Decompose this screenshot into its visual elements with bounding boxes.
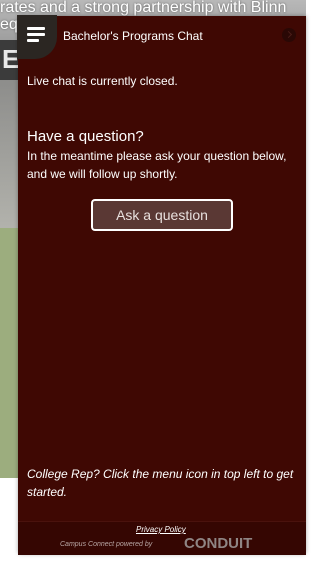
conduit-logo[interactable]: CONDUIT	[184, 535, 252, 552]
question-heading: Have a question?	[27, 128, 144, 145]
question-description: In the meantime please ask your question…	[27, 149, 287, 181]
privacy-policy-link[interactable]: Privacy Policy	[136, 525, 186, 534]
menu-badge[interactable]	[17, 15, 57, 59]
ask-question-button[interactable]: Ask a question	[91, 199, 233, 231]
chat-footer: Privacy Policy Campus Connect powered by…	[18, 521, 306, 555]
hamburger-menu-icon[interactable]	[27, 27, 45, 43]
college-rep-hint: College Rep? Click the menu icon in top …	[27, 467, 294, 499]
chat-title: Bachelor's Programs Chat	[63, 29, 203, 43]
powered-by-text: Campus Connect powered by	[60, 541, 153, 548]
chevron-right-icon[interactable]	[282, 28, 296, 42]
chat-widget: Bachelor's Programs Chat Live chat is cu…	[17, 15, 306, 555]
chat-status-text: Live chat is currently closed.	[27, 74, 178, 88]
page-right-gutter	[306, 0, 324, 574]
